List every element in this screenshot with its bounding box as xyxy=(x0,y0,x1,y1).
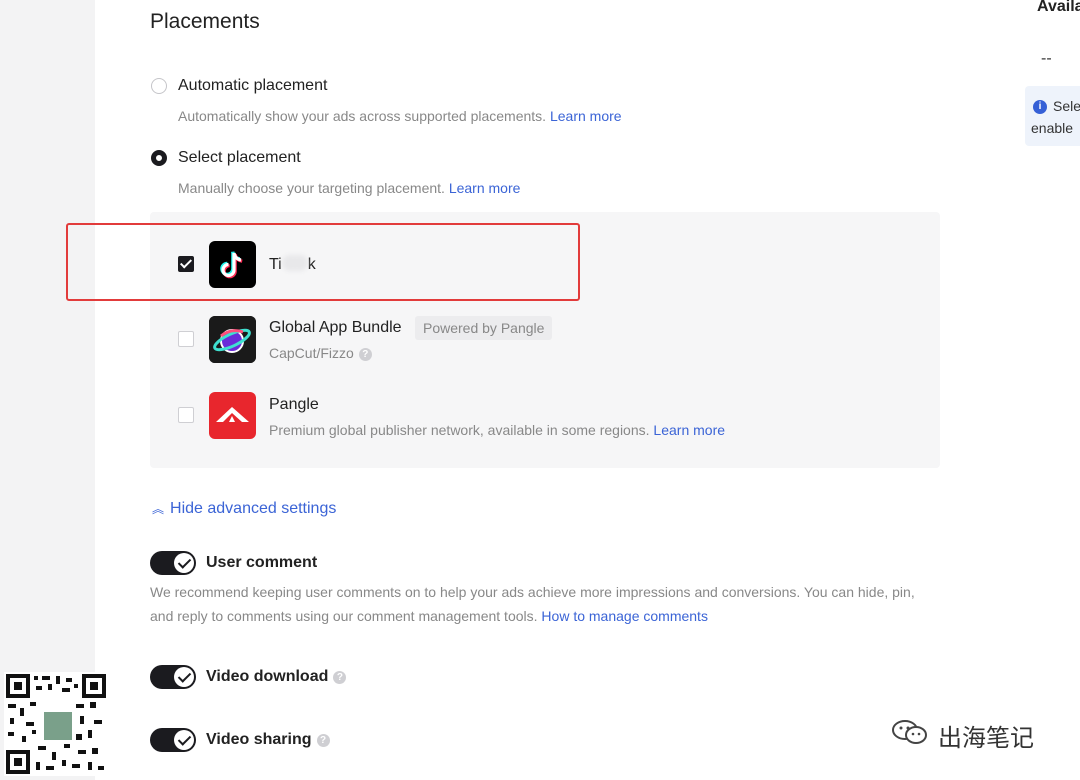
select-placement-radio[interactable] xyxy=(151,150,167,166)
user-comment-desc-text: and reply to comments using our comment … xyxy=(150,608,538,624)
info-text-line2: enable xyxy=(1031,120,1074,136)
global-app-bundle-icon xyxy=(209,316,256,363)
select-desc-text: Manually choose your targeting placement… xyxy=(178,180,445,196)
help-icon[interactable]: ? xyxy=(358,348,372,361)
select-placement-desc: Manually choose your targeting placement… xyxy=(178,180,520,196)
info-icon: i xyxy=(1033,100,1047,114)
pangle-learn-more-link[interactable]: Learn more xyxy=(653,422,725,438)
info-text-line1: Sele xyxy=(1053,98,1080,114)
global-app-bundle-name: Global App Bundle xyxy=(269,319,402,336)
automatic-learn-more-link[interactable]: Learn more xyxy=(550,108,622,124)
manage-comments-link[interactable]: How to manage comments xyxy=(541,608,708,624)
select-placement-label[interactable]: Select placement xyxy=(178,149,301,167)
global-app-bundle-checkbox[interactable] xyxy=(178,331,194,347)
global-app-bundle-sub-text: CapCut/Fizzo xyxy=(269,345,354,361)
user-comment-desc-line2: and reply to comments using our comment … xyxy=(150,608,708,624)
user-comment-desc-line1: We recommend keeping user comments on to… xyxy=(150,584,915,600)
qr-finder xyxy=(6,750,30,774)
global-app-bundle-sub: CapCut/Fizzo? xyxy=(269,345,372,361)
page: 出海笔记 出海笔记 出海笔记 出海笔记 出海笔记 Availa -- i Sel… xyxy=(0,0,1080,780)
chevron-up-icon: ︽ xyxy=(152,502,165,516)
wechat-icon xyxy=(890,718,930,746)
automatic-placement-desc: Automatically show your ads across suppo… xyxy=(178,108,622,124)
highlight-box xyxy=(66,223,580,301)
pangle-sub: Premium global publisher network, availa… xyxy=(269,422,725,438)
hide-advanced-settings-link[interactable]: ︽ Hide advanced settings xyxy=(152,500,336,518)
section-title: Placements xyxy=(150,10,260,33)
availability-value: -- xyxy=(1041,50,1052,67)
pangle-name: Pangle xyxy=(269,396,319,413)
availability-title: Availa xyxy=(1037,0,1080,15)
user-comment-label: User comment xyxy=(206,554,318,571)
video-sharing-label-text: Video sharing xyxy=(206,731,312,748)
account-name: 出海笔记 xyxy=(938,725,1034,752)
pangle-checkbox[interactable] xyxy=(178,407,194,423)
video-download-toggle[interactable] xyxy=(150,665,196,689)
video-sharing-label: Video sharing? xyxy=(206,731,330,749)
video-sharing-toggle[interactable] xyxy=(150,728,196,752)
hide-advanced-settings-label: Hide advanced settings xyxy=(170,500,337,517)
powered-by-pangle-badge: Powered by Pangle xyxy=(415,316,553,340)
toggle-knob-check-icon xyxy=(174,730,194,750)
automatic-placement-radio[interactable] xyxy=(151,78,167,94)
right-panel: Availa -- i Sele enable xyxy=(995,0,1080,780)
automatic-desc-text: Automatically show your ads across suppo… xyxy=(178,108,547,124)
qr-finder xyxy=(82,674,106,698)
pangle-sub-text: Premium global publisher network, availa… xyxy=(269,422,650,438)
info-banner: i Sele enable xyxy=(1025,86,1080,146)
user-comment-toggle[interactable] xyxy=(150,551,196,575)
toggle-knob-check-icon xyxy=(174,667,194,687)
automatic-placement-label[interactable]: Automatic placement xyxy=(178,77,327,95)
video-download-label: Video download? xyxy=(206,668,347,686)
select-learn-more-link[interactable]: Learn more xyxy=(449,180,521,196)
help-icon[interactable]: ? xyxy=(316,734,330,747)
toggle-knob-check-icon xyxy=(174,553,194,573)
qr-code xyxy=(4,672,108,776)
qr-finder xyxy=(6,674,30,698)
qr-avatar xyxy=(42,710,74,742)
pangle-icon xyxy=(209,392,256,439)
help-icon[interactable]: ? xyxy=(333,671,347,684)
video-download-label-text: Video download xyxy=(206,668,329,685)
